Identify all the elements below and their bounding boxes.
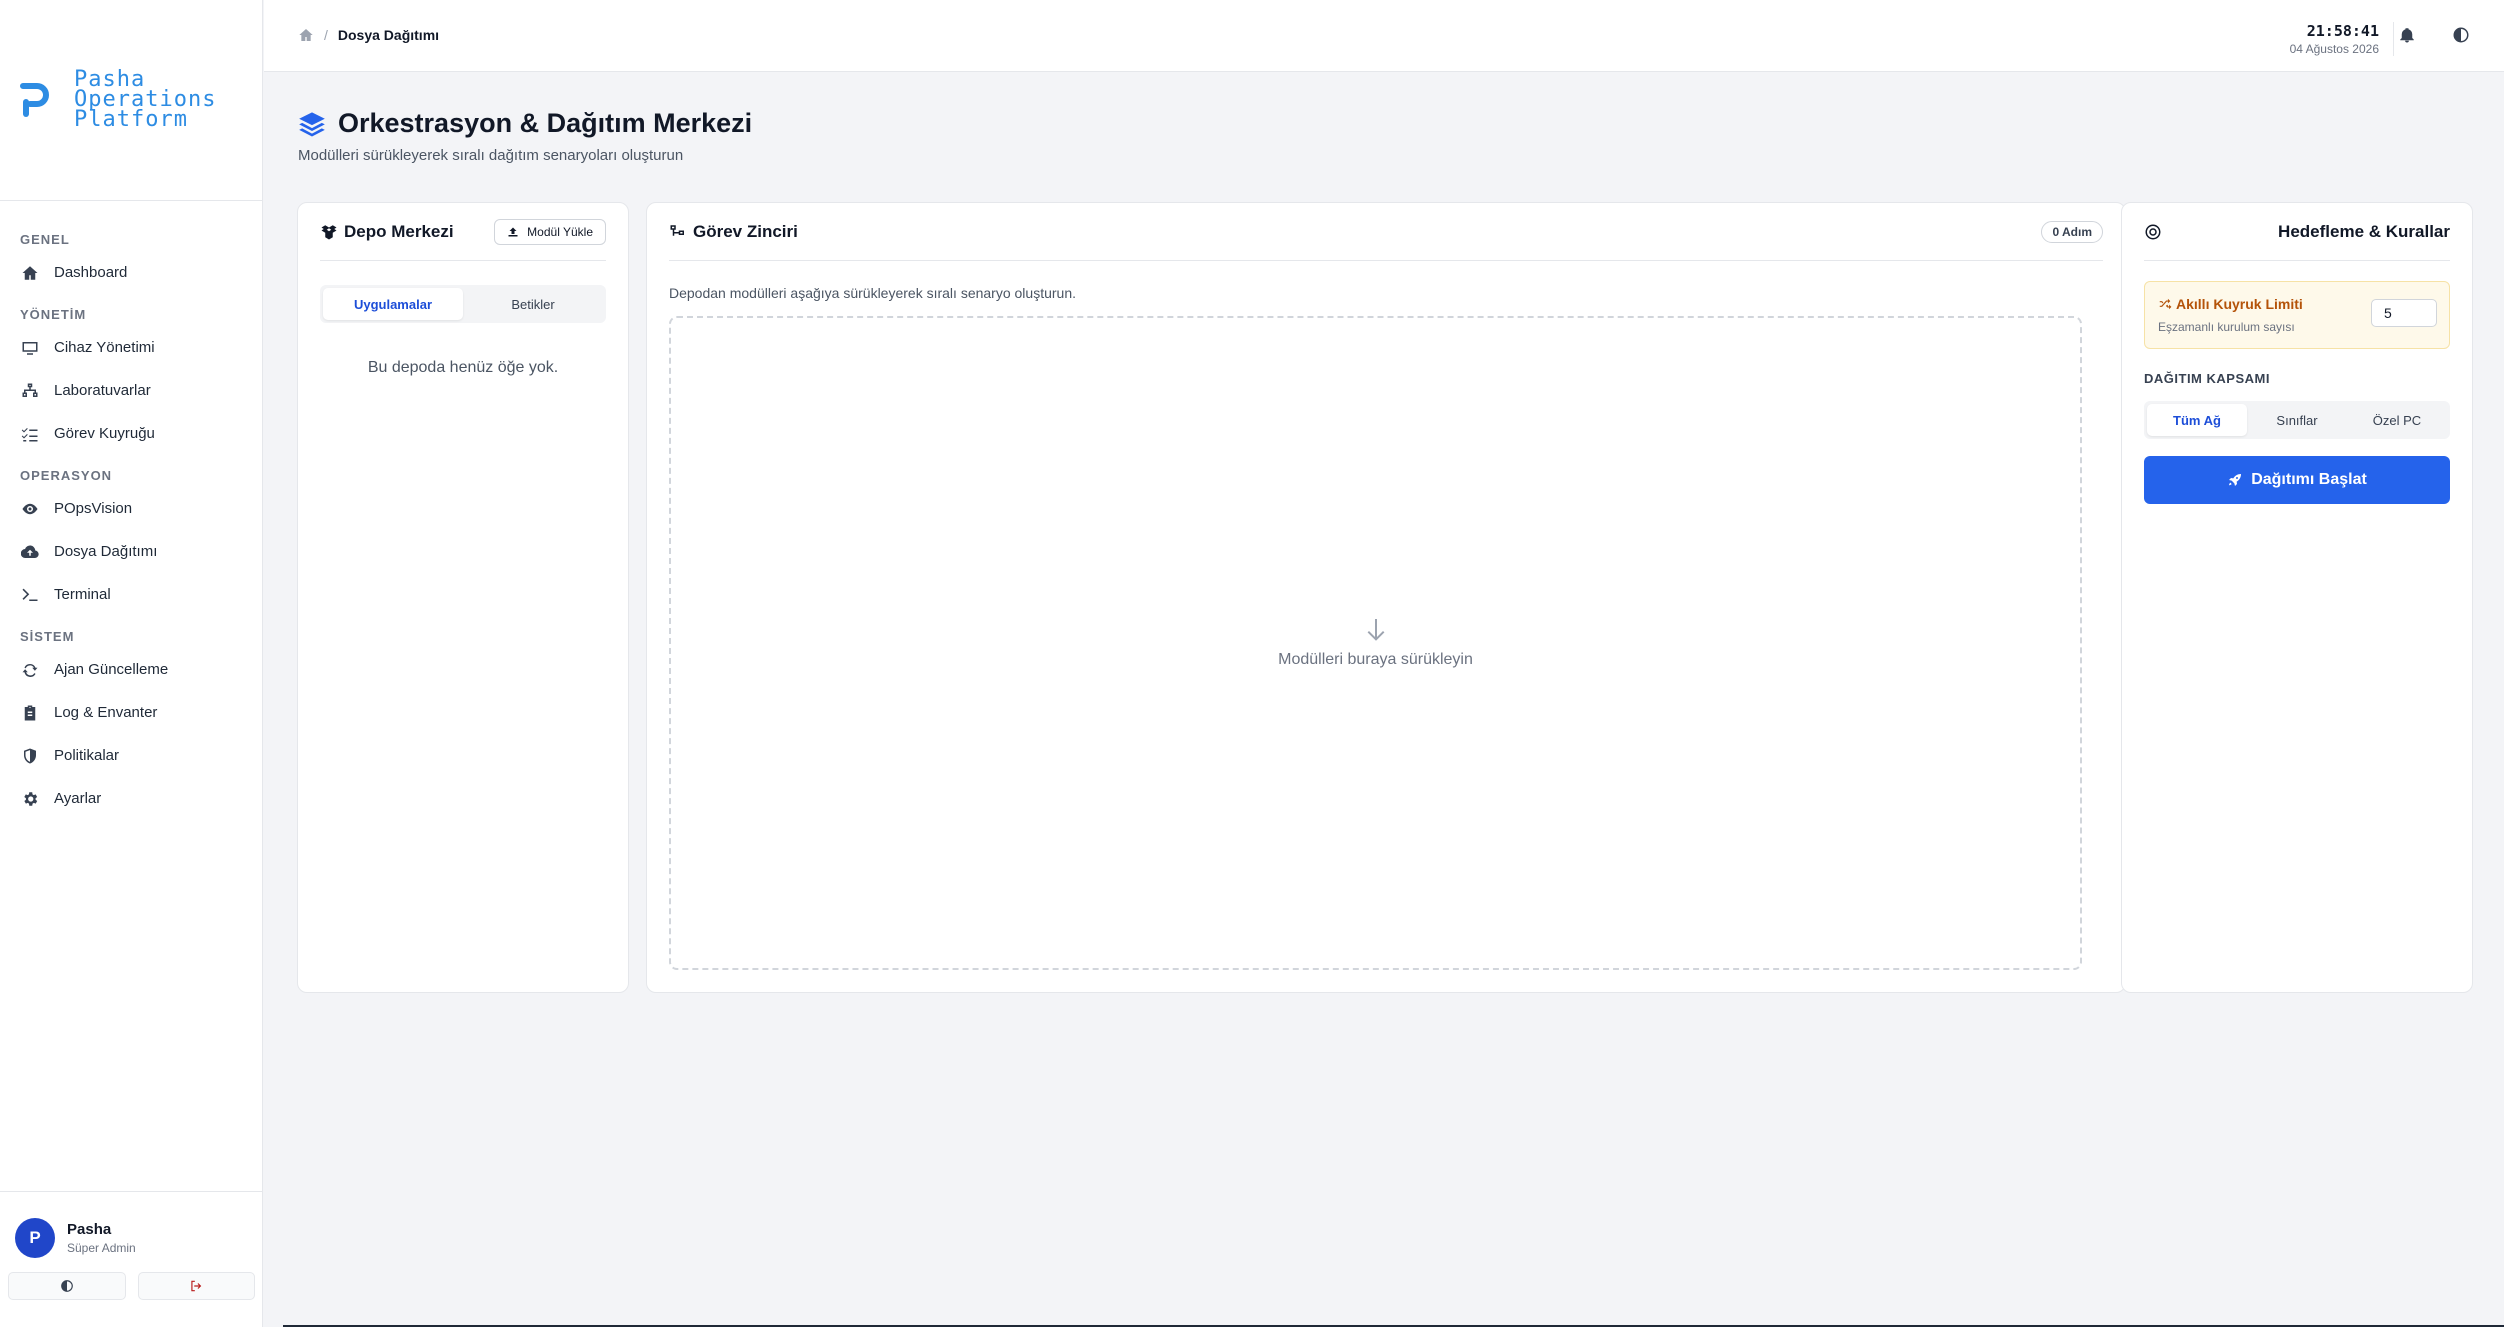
page-title: Orkestrasyon & Dağıtım Merkezi	[298, 108, 752, 139]
breadcrumb-separator: /	[324, 27, 328, 43]
home-icon[interactable]	[298, 27, 314, 43]
sidebar-item-label: Ajan Güncelleme	[54, 661, 169, 678]
page-subtitle: Modülleri sürükleyerek sıralı dağıtım se…	[298, 147, 684, 164]
chain-title: Görev Zinciri	[669, 222, 798, 242]
list-check-icon	[20, 424, 40, 444]
clock-time: 21:58:41	[2306, 22, 2379, 40]
sidebar-item-label: Dosya Dağıtımı	[54, 543, 158, 560]
contrast-icon	[2453, 27, 2469, 43]
scope-option-ozel-pc[interactable]: Özel PC	[2347, 404, 2447, 436]
sidebar-item-dosya-dagitimi[interactable]: Dosya Dağıtımı	[0, 530, 262, 573]
user-panel: P Pasha Süper Admin	[0, 1191, 263, 1327]
scope-option-tum-ag[interactable]: Tüm Ağ	[2147, 404, 2247, 436]
sidebar-item-terminal[interactable]: Terminal	[0, 573, 262, 616]
diagram-icon	[670, 224, 684, 236]
chain-hint: Depodan modülleri aşağıya sürükleyerek s…	[669, 285, 1076, 301]
logout-icon	[191, 1280, 202, 1292]
home-icon	[20, 263, 40, 283]
brand[interactable]: Pasha Operations Platform	[0, 0, 262, 201]
sidebar-item-label: Log & Envanter	[54, 704, 158, 721]
nav-section-yonetim: YÖNETİM	[20, 307, 87, 322]
user-profile[interactable]: P Pasha Süper Admin	[0, 1192, 263, 1258]
sidebar-item-laboratuvarlar[interactable]: Laboratuvarlar	[0, 369, 262, 412]
clock: 21:58:41 04 Ağustos 2026	[2290, 22, 2394, 56]
sidebar-item-label: Cihaz Yönetimi	[54, 339, 155, 356]
nav-section-operasyon: OPERASYON	[20, 468, 113, 483]
tab-uygulamalar[interactable]: Uygulamalar	[323, 288, 463, 320]
clock-date: 04 Ağustos 2026	[2289, 42, 2379, 56]
eye-icon	[20, 499, 40, 519]
tab-betikler[interactable]: Betikler	[463, 288, 603, 320]
user-role: Süper Admin	[67, 1241, 136, 1255]
arrow-down-icon	[1367, 619, 1384, 641]
sidebar-item-label: Laboratuvarlar	[54, 382, 151, 399]
nav-section-sistem: SİSTEM	[20, 629, 75, 644]
step-count-badge: 0 Adım	[2041, 220, 2103, 243]
network-icon	[20, 381, 40, 401]
breadcrumb: / Dosya Dağıtımı	[298, 27, 439, 43]
user-name: Pasha	[67, 1221, 112, 1238]
theme-toggle-top-button[interactable]	[2452, 26, 2472, 46]
contrast-icon	[60, 1280, 73, 1292]
sidebar-item-dashboard[interactable]: Dashboard	[0, 251, 262, 294]
layers-icon	[299, 111, 325, 136]
sidebar-item-label: Terminal	[54, 586, 111, 603]
shield-icon	[20, 746, 40, 766]
breadcrumb-current: Dosya Dağıtımı	[337, 27, 440, 43]
scope-option-siniflar[interactable]: Sınıflar	[2247, 404, 2347, 436]
repo-card: Depo Merkezi Modül Yükle Uygulamalar Bet…	[297, 202, 629, 993]
sidebar-item-label: Ayarlar	[54, 790, 102, 807]
clipboard-icon	[20, 703, 40, 723]
box-open-icon	[321, 224, 337, 239]
theme-toggle-button[interactable]	[8, 1272, 126, 1300]
drop-zone[interactable]: Modülleri buraya sürükleyin	[669, 316, 2082, 970]
terminal-icon	[20, 585, 40, 605]
rocket-icon	[2229, 474, 2242, 486]
notifications-button[interactable]	[2398, 26, 2418, 46]
sidebar: Pasha Operations Platform GENEL Dashboar…	[0, 0, 263, 1327]
logout-button[interactable]	[137, 1272, 255, 1300]
sync-icon	[20, 660, 40, 680]
targeting-card: Hedefleme & Kurallar Akıllı Kuyruk Limit…	[2121, 202, 2473, 993]
drop-zone-label: Modülleri buraya sürükleyin	[1278, 651, 1473, 668]
nav-section-genel: GENEL	[20, 232, 70, 247]
queue-limit-subtitle: Eşzamanlı kurulum sayısı	[2158, 320, 2295, 334]
targeting-title: Hedefleme & Kurallar	[2278, 221, 2450, 241]
queue-limit-box: Akıllı Kuyruk Limiti Eşzamanlı kurulum s…	[2144, 281, 2450, 349]
repo-empty-message: Bu depoda henüz öğe yok.	[367, 359, 559, 376]
sidebar-item-label: Politikalar	[54, 747, 120, 764]
sidebar-item-popsvision[interactable]: POpsVision	[0, 487, 262, 530]
monitor-icon	[20, 338, 40, 358]
gear-icon	[20, 789, 40, 809]
brand-name: Pasha Operations Platform	[74, 67, 217, 132]
sidebar-item-label: POpsVision	[54, 500, 133, 517]
sidebar-item-cihaz-yonetimi[interactable]: Cihaz Yönetimi	[0, 326, 262, 369]
brand-logo-icon	[20, 83, 49, 117]
shuffle-icon	[2159, 298, 2172, 310]
sidebar-item-label: Görev Kuyruğu	[54, 425, 155, 442]
start-deployment-button[interactable]: Dağıtımı Başlat	[2144, 456, 2450, 504]
topbar: / Dosya Dağıtımı 21:58:41 04 Ağustos 202…	[264, 0, 2504, 72]
scope-label: DAĞITIM KAPSAMI	[2144, 371, 2270, 386]
repo-tabs: Uygulamalar Betikler	[320, 285, 606, 323]
queue-limit-title: Akıllı Kuyruk Limiti	[2158, 296, 2303, 312]
task-chain-card: Görev Zinciri 0 Adım Depodan modülleri a…	[646, 202, 2126, 993]
sidebar-item-ayarlar[interactable]: Ayarlar	[0, 777, 262, 820]
cloud-upload-icon	[20, 542, 40, 562]
sidebar-nav: GENEL Dashboard YÖNETİM Cihaz Yönetimi L…	[0, 201, 262, 820]
sidebar-item-ajan-guncelleme[interactable]: Ajan Güncelleme	[0, 648, 262, 691]
upload-module-button[interactable]: Modül Yükle	[494, 218, 606, 245]
upload-icon	[508, 227, 518, 236]
bell-icon	[2400, 28, 2414, 43]
sidebar-item-label: Dashboard	[54, 264, 128, 281]
queue-limit-input[interactable]	[2371, 299, 2437, 327]
sidebar-item-politikalar[interactable]: Politikalar	[0, 734, 262, 777]
sidebar-item-log-envanter[interactable]: Log & Envanter	[0, 691, 262, 734]
sidebar-item-gorev-kuyrugu[interactable]: Görev Kuyruğu	[0, 412, 262, 455]
avatar: P	[15, 1218, 55, 1258]
bullseye-icon	[2145, 224, 2161, 239]
repo-title: Depo Merkezi	[320, 222, 454, 242]
scope-selector: Tüm Ağ Sınıflar Özel PC	[2144, 401, 2450, 439]
